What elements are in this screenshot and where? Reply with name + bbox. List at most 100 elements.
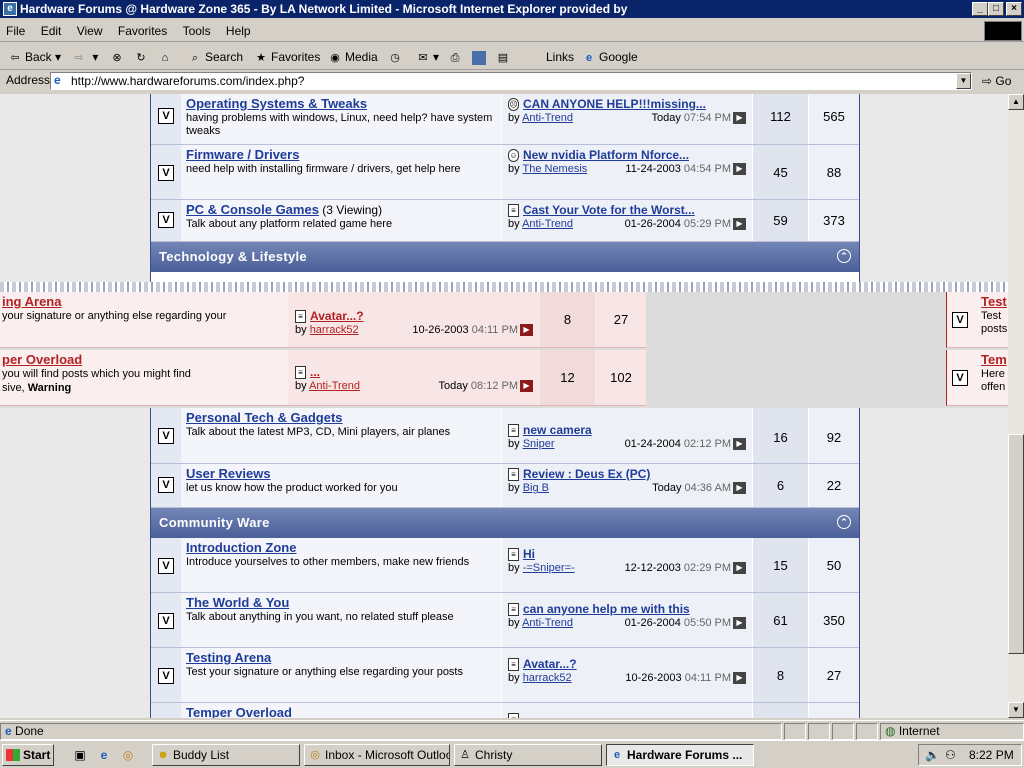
volume-icon[interactable]: 🔈 <box>925 745 940 765</box>
last-post-title[interactable]: CAN ANYONE HELP!!!missing... <box>523 97 706 111</box>
go-to-last-post-icon[interactable]: ▶ <box>733 562 746 575</box>
menu-tools[interactable]: Tools <box>177 20 217 42</box>
vertical-scrollbar[interactable]: ▲ ▼ <box>1008 94 1024 718</box>
taskbar-hardware-forums[interactable]: e Hardware Forums ... <box>606 744 754 766</box>
forum-title-link[interactable]: PC & Console Games <box>186 202 319 217</box>
quicklaunch-app-icon[interactable]: ◎ <box>120 747 136 763</box>
last-post-title[interactable]: Hi <box>523 547 535 561</box>
last-post-title[interactable]: Avatar...? <box>523 657 577 671</box>
forum-title-link[interactable]: The World & You <box>186 595 289 610</box>
menu-help[interactable]: Help <box>220 20 257 42</box>
last-poster-link[interactable]: Anti-Trend <box>309 380 360 392</box>
category-title[interactable]: Technology & Lifestyle <box>159 249 307 264</box>
history-button[interactable]: ◷ <box>386 47 405 67</box>
go-to-last-post-icon[interactable]: ▶ <box>733 672 746 685</box>
scroll-thumb[interactable] <box>1008 434 1024 654</box>
last-post-title[interactable]: new camera <box>523 423 592 437</box>
forum-title-link[interactable]: Operating Systems & Tweaks <box>186 96 367 111</box>
go-to-last-post-icon[interactable]: ▶ <box>733 163 746 176</box>
forum-title-link[interactable]: Test <box>981 294 1007 309</box>
last-poster-link[interactable]: Anti-Trend <box>522 218 573 230</box>
maximize-button[interactable]: □ <box>988 2 1004 16</box>
go-to-last-post-icon[interactable]: ▶ <box>733 112 746 125</box>
forward-button[interactable]: ⇨ ▾ <box>70 47 98 67</box>
go-to-last-post-icon[interactable]: ▶ <box>520 380 533 393</box>
clock[interactable]: 8:22 PM <box>969 745 1014 765</box>
refresh-button[interactable]: ↻ <box>132 47 151 67</box>
forum-title-link[interactable]: Temper Overload <box>186 705 292 718</box>
media-button[interactable]: ◉ Media <box>326 47 378 67</box>
go-to-last-post-icon[interactable]: ▶ <box>733 438 746 451</box>
last-poster-link[interactable]: harrack52 <box>523 672 572 684</box>
menu-file[interactable]: File <box>0 20 31 42</box>
smile-face-icon: ☺ <box>508 149 519 163</box>
links-button[interactable]: Links <box>544 47 574 67</box>
forum-title-link[interactable]: ing Arena <box>2 294 286 309</box>
last-post-title[interactable]: Review : Deus Ex (PC) <box>523 467 650 481</box>
menu-view[interactable]: View <box>71 20 109 42</box>
go-to-last-post-icon[interactable]: ▶ <box>733 617 746 630</box>
taskbar-outlook[interactable]: ◎ Inbox - Microsoft Outlook <box>304 744 450 766</box>
post-doc-icon: ≡ <box>508 424 519 438</box>
last-poster-link[interactable]: harrack52 <box>310 324 359 336</box>
last-poster-link[interactable]: The Nemesis <box>522 163 587 175</box>
history-icon: ◷ <box>390 51 400 64</box>
last-poster-link[interactable]: Anti-Trend <box>522 112 573 124</box>
discuss-button[interactable]: ▤ <box>494 47 513 67</box>
menu-bar: File Edit View Favorites Tools Help <box>0 20 1024 42</box>
close-button[interactable]: × <box>1006 2 1022 16</box>
forum-title-link[interactable]: Introduction Zone <box>186 540 296 555</box>
last-poster-link[interactable]: Big B <box>523 482 549 494</box>
last-post-title[interactable]: Avatar...? <box>310 309 364 323</box>
back-button[interactable]: ⇦ Back ▾ <box>6 47 61 67</box>
menu-favorites[interactable]: Favorites <box>112 20 173 42</box>
last-post-title[interactable]: New nvidia Platform Nforce... <box>523 148 689 162</box>
last-poster-link[interactable]: Sniper <box>523 438 555 450</box>
collapse-icon[interactable]: ⌃ <box>837 249 851 263</box>
forum-title-link[interactable]: Testing Arena <box>186 650 271 665</box>
collapse-icon[interactable]: ⌃ <box>837 515 851 529</box>
go-to-last-post-icon[interactable]: ▶ <box>733 482 746 495</box>
taskbar-christy[interactable]: ♙ Christy <box>454 744 602 766</box>
post-count: 92 <box>826 430 842 445</box>
start-button[interactable]: Start <box>2 744 54 766</box>
address-dropdown-button[interactable]: ▼ <box>956 73 971 89</box>
forum-title-link[interactable]: Firmware / Drivers <box>186 147 299 162</box>
last-post-title[interactable]: Cast Your Vote for the Worst... <box>523 203 695 217</box>
thread-count: 6 <box>776 478 785 493</box>
home-button[interactable]: ⌂ <box>156 47 175 67</box>
scroll-down-button[interactable]: ▼ <box>1008 702 1024 718</box>
print-button[interactable]: ⎙ <box>446 47 465 67</box>
go-button[interactable]: ⇨ Go <box>982 73 1011 89</box>
go-to-last-post-icon[interactable]: ▶ <box>733 218 746 231</box>
forum-row: V Testing Arena Test your signature or a… <box>151 648 859 703</box>
forum-title-link[interactable]: User Reviews <box>186 466 271 481</box>
ie-quicklaunch-icon[interactable]: e <box>96 747 112 763</box>
forum-status-icon: V <box>158 668 174 684</box>
mail-button[interactable]: ✉ ▾ <box>414 47 439 67</box>
go-to-last-post-icon[interactable]: ▶ <box>520 324 533 337</box>
stop-button[interactable]: ⊗ <box>108 47 127 67</box>
window-titlebar[interactable]: e Hardware Forums @ Hardware Zone 365 - … <box>0 0 1024 18</box>
scroll-up-button[interactable]: ▲ <box>1008 94 1024 110</box>
category-title[interactable]: Community Ware <box>159 515 270 530</box>
minimize-button[interactable]: _ <box>972 2 988 16</box>
show-desktop-icon[interactable]: ▣ <box>72 747 88 763</box>
favorites-button[interactable]: ★ Favorites <box>252 47 320 67</box>
last-post-title[interactable]: can anyone help me with this <box>523 602 690 616</box>
search-button[interactable]: ⌕ Search <box>186 47 243 67</box>
menu-edit[interactable]: Edit <box>35 20 68 42</box>
google-link[interactable]: e Google <box>580 47 638 67</box>
address-input[interactable]: e http://www.hardwareforums.com/index.ph… <box>50 72 972 90</box>
last-post-title[interactable]: ... <box>310 365 320 379</box>
last-poster-link[interactable]: -=Sniper=- <box>523 562 575 574</box>
forum-title-link[interactable]: Personal Tech & Gadgets <box>186 410 343 425</box>
last-poster-link[interactable]: Anti-Trend <box>522 617 573 629</box>
forum-title-link[interactable]: Tem <box>981 352 1007 367</box>
edit-button[interactable] <box>470 47 489 67</box>
network-icon[interactable]: ⚇ <box>945 745 956 765</box>
thread-count: 112 <box>770 109 791 124</box>
post-count: 88 <box>826 165 842 180</box>
forum-title-link[interactable]: per Overload <box>2 352 286 367</box>
taskbar-buddy-list[interactable]: ☻ Buddy List <box>152 744 300 766</box>
